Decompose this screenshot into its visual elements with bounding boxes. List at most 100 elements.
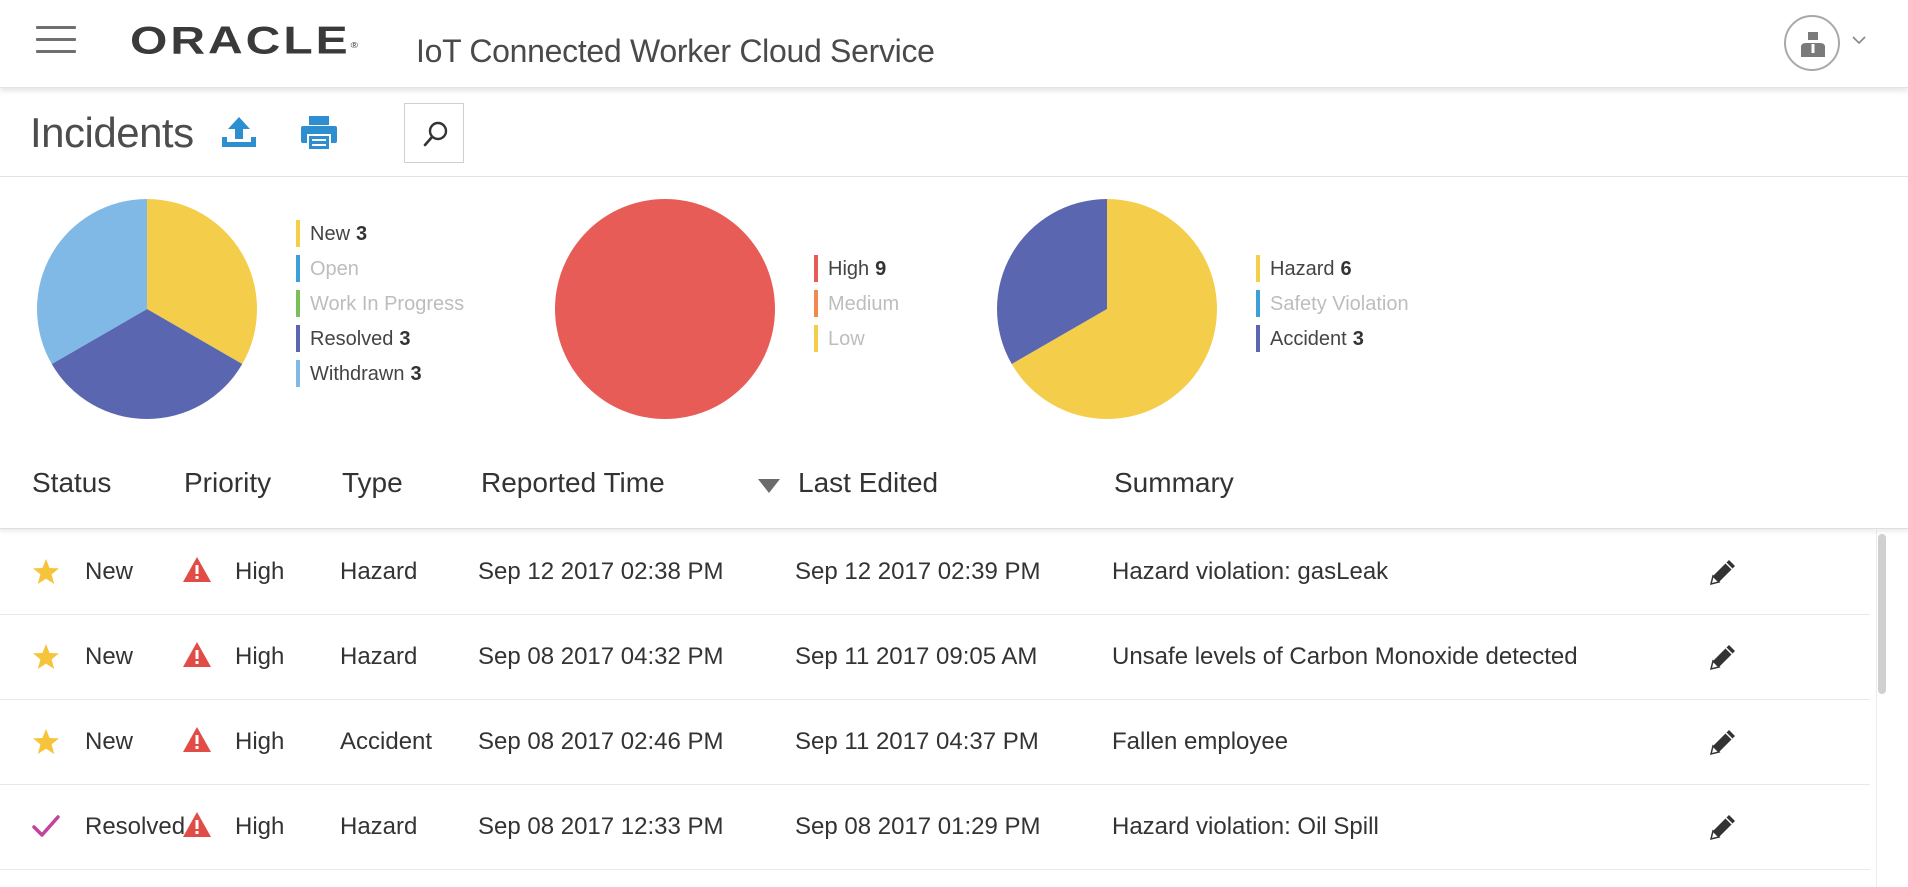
legend-color-swatch (296, 255, 300, 282)
reported-time-text: Sep 12 2017 02:38 PM (478, 558, 724, 585)
warning-icon (183, 812, 211, 837)
legend-label: New (310, 223, 351, 245)
priority-text: High (235, 728, 285, 755)
app-header: ORACLE® IoT Connected Worker Cloud Servi… (0, 0, 1908, 88)
legend-count: 6 (1340, 258, 1352, 280)
legend-item-open[interactable]: Open (296, 255, 464, 290)
incident-charts: New 3 Open Work In Progress Resolved 3 Withdra… (0, 178, 1908, 440)
reported-time-text: Sep 08 2017 02:46 PM (478, 728, 724, 755)
legend-count: 3 (1352, 328, 1364, 350)
legend-color-swatch (814, 255, 818, 282)
upload-icon[interactable] (218, 113, 260, 153)
column-header-last-edited[interactable]: Last Edited (798, 467, 938, 499)
checkmark-icon (32, 815, 60, 837)
priority-legend: High 9 Medium Low (814, 255, 899, 360)
page-toolbar: Incidents (0, 89, 1908, 177)
edit-pencil-icon[interactable] (1707, 726, 1739, 758)
star-icon (33, 559, 59, 584)
legend-color-swatch (1256, 290, 1260, 317)
column-header-reported-time[interactable]: Reported Time (481, 467, 665, 499)
user-menu-button[interactable] (1784, 15, 1874, 73)
column-header-status[interactable]: Status (32, 467, 111, 499)
summary-text: Hazard violation: Oil Spill (1112, 813, 1379, 840)
type-legend: Hazard 6 Safety Violation Accident 3 (1256, 255, 1409, 360)
column-header-type[interactable]: Type (342, 467, 403, 499)
legend-color-swatch (296, 220, 300, 247)
print-icon[interactable] (298, 113, 340, 153)
priority-text: High (235, 643, 285, 670)
warning-icon (183, 642, 211, 667)
warning-icon (183, 727, 211, 752)
edit-pencil-icon[interactable] (1707, 641, 1739, 673)
table-row[interactable]: New High Hazard Sep 08 2017 04:32 PM Sep… (0, 615, 1870, 700)
pie-slice-high[interactable] (555, 199, 775, 419)
table-header: Status Priority Type Reported Time Last … (0, 441, 1908, 529)
legend-color-swatch (1256, 325, 1260, 352)
legend-item-work-in-progress[interactable]: Work In Progress (296, 290, 464, 325)
legend-item-medium[interactable]: Medium (814, 290, 899, 325)
sort-descending-icon[interactable] (758, 479, 780, 493)
status-pie-chart (37, 199, 257, 419)
status-text: New (85, 643, 134, 670)
legend-label: High (828, 258, 870, 280)
legend-item-resolved[interactable]: Resolved 3 (296, 325, 464, 360)
legend-color-swatch (814, 325, 818, 352)
priority-pie-chart (555, 199, 775, 419)
reported-time-text: Sep 08 2017 04:32 PM (478, 643, 724, 670)
status-text: Resolved (85, 813, 185, 840)
last-edited-text: Sep 12 2017 02:39 PM (795, 558, 1041, 585)
user-avatar-icon (1784, 15, 1840, 71)
summary-text: Fallen employee (1112, 728, 1289, 755)
legend-item-new[interactable]: New 3 (296, 220, 464, 255)
search-button[interactable] (404, 103, 464, 163)
legend-color-swatch (814, 290, 818, 317)
table-row[interactable]: Resolved High Hazard Sep 08 2017 12:33 P… (0, 785, 1870, 870)
type-text: Hazard (340, 558, 418, 585)
table-row[interactable]: New High Accident Sep 08 2017 02:46 PM S… (0, 700, 1870, 785)
last-edited-text: Sep 11 2017 09:05 AM (795, 643, 1038, 670)
legend-label: Resolved (310, 328, 394, 350)
incident-table-body: New High Hazard Sep 12 2017 02:38 PM Sep… (0, 530, 1872, 887)
type-text: Accident (340, 728, 433, 755)
legend-count: 3 (399, 328, 411, 350)
edit-pencil-icon[interactable] (1707, 811, 1739, 843)
legend-item-hazard[interactable]: Hazard 6 (1256, 255, 1409, 290)
warning-icon (183, 557, 211, 582)
oracle-logo: ORACLE® (130, 19, 362, 63)
legend-label: Low (828, 328, 865, 350)
legend-label: Work In Progress (310, 293, 465, 315)
legend-label: Medium (828, 293, 900, 315)
legend-color-swatch (1256, 255, 1260, 282)
legend-item-safety-violation[interactable]: Safety Violation (1256, 290, 1409, 325)
legend-count: 9 (875, 258, 887, 280)
star-icon (33, 729, 59, 754)
scrollbar-thumb[interactable] (1878, 534, 1886, 694)
legend-label: Withdrawn (310, 363, 405, 385)
app-title: IoT Connected Worker Cloud Service (416, 33, 935, 69)
legend-count: 3 (410, 363, 422, 385)
table-row[interactable]: New High Hazard Sep 12 2017 02:38 PM Sep… (0, 530, 1870, 615)
edit-pencil-icon[interactable] (1707, 556, 1739, 588)
summary-text: Hazard violation: gasLeak (1112, 558, 1389, 585)
legend-item-low[interactable]: Low (814, 325, 899, 360)
type-text: Hazard (340, 813, 418, 840)
chevron-down-icon (1852, 36, 1866, 45)
legend-color-swatch (296, 360, 300, 387)
type-pie-chart (997, 199, 1217, 419)
search-icon (423, 121, 448, 147)
legend-item-accident[interactable]: Accident 3 (1256, 325, 1409, 360)
column-header-summary[interactable]: Summary (1114, 467, 1234, 499)
legend-color-swatch (296, 290, 300, 317)
hamburger-menu-icon[interactable] (36, 26, 76, 56)
legend-item-withdrawn[interactable]: Withdrawn 3 (296, 360, 464, 395)
legend-label: Accident (1270, 328, 1347, 350)
column-header-priority[interactable]: Priority (184, 467, 271, 499)
legend-item-high[interactable]: High 9 (814, 255, 899, 290)
status-text: New (85, 728, 134, 755)
legend-count: 3 (356, 223, 368, 245)
priority-text: High (235, 558, 285, 585)
legend-color-swatch (296, 325, 300, 352)
legend-label: Open (310, 258, 359, 280)
legend-label: Hazard (1270, 258, 1335, 280)
reported-time-text: Sep 08 2017 12:33 PM (478, 813, 724, 840)
